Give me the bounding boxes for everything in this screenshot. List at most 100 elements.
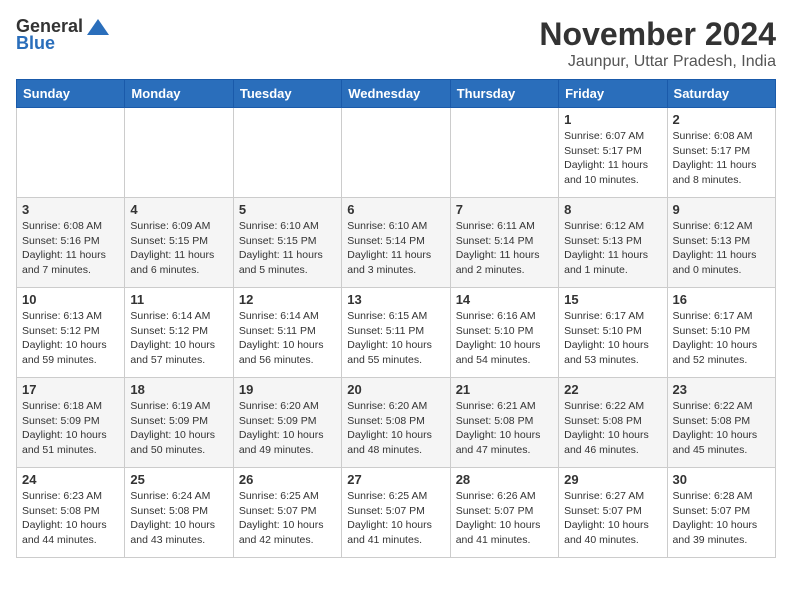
day-info: Sunrise: 6:22 AMSunset: 5:08 PMDaylight:… — [673, 399, 770, 458]
day-cell: 7 Sunrise: 6:11 AMSunset: 5:14 PMDaylight… — [450, 198, 558, 288]
day-cell: 1Sunrise: 6:07 AMSunset: 5:17 PMDaylight… — [559, 108, 667, 198]
day-cell — [125, 108, 233, 198]
day-info: Sunrise: 6:23 AMSunset: 5:08 PMDaylight:… — [22, 489, 119, 548]
day-cell: 29 Sunrise: 6:27 AMSunset: 5:07 PMDayligh… — [559, 468, 667, 558]
day-info: Sunrise: 6:17 AMSunset: 5:10 PMDaylight:… — [673, 309, 770, 368]
day-info: Sunrise: 6:21 AMSunset: 5:08 PMDaylight:… — [456, 399, 553, 458]
day-number: 9 — [673, 202, 770, 217]
day-number: 17 — [22, 382, 119, 397]
col-header-monday: Monday — [125, 80, 233, 108]
day-number: 8 — [564, 202, 661, 217]
day-number: 19 — [239, 382, 336, 397]
day-number: 4 — [130, 202, 227, 217]
day-number: 15 — [564, 292, 661, 307]
header: General Blue November 2024 Jaunpur, Utta… — [16, 16, 776, 71]
col-header-tuesday: Tuesday — [233, 80, 341, 108]
day-cell: 23 Sunrise: 6:22 AMSunset: 5:08 PMDayligh… — [667, 378, 775, 468]
day-number: 20 — [347, 382, 444, 397]
day-cell: 10Sunrise: 6:13 AMSunset: 5:12 PMDayligh… — [17, 288, 125, 378]
day-cell: 20 Sunrise: 6:20 AMSunset: 5:08 PMDayligh… — [342, 378, 450, 468]
day-info: Sunrise: 6:11 AMSunset: 5:14 PMDaylight:… — [456, 219, 553, 278]
day-cell: 14 Sunrise: 6:16 AMSunset: 5:10 PMDayligh… — [450, 288, 558, 378]
day-info: Sunrise: 6:16 AMSunset: 5:10 PMDaylight:… — [456, 309, 553, 368]
header-row: SundayMondayTuesdayWednesdayThursdayFrid… — [17, 80, 776, 108]
day-number: 30 — [673, 472, 770, 487]
day-info: Sunrise: 6:26 AMSunset: 5:07 PMDaylight:… — [456, 489, 553, 548]
day-cell: 2Sunrise: 6:08 AMSunset: 5:17 PMDaylight… — [667, 108, 775, 198]
col-header-sunday: Sunday — [17, 80, 125, 108]
day-info: Sunrise: 6:15 AMSunset: 5:11 PMDaylight:… — [347, 309, 444, 368]
day-info: Sunrise: 6:09 AMSunset: 5:15 PMDaylight:… — [130, 219, 227, 278]
day-cell — [450, 108, 558, 198]
day-info: Sunrise: 6:25 AMSunset: 5:07 PMDaylight:… — [347, 489, 444, 548]
day-number: 14 — [456, 292, 553, 307]
day-info: Sunrise: 6:20 AMSunset: 5:09 PMDaylight:… — [239, 399, 336, 458]
day-number: 22 — [564, 382, 661, 397]
week-row-2: 3Sunrise: 6:08 AMSunset: 5:16 PMDaylight… — [17, 198, 776, 288]
day-cell: 13 Sunrise: 6:15 AMSunset: 5:11 PMDayligh… — [342, 288, 450, 378]
day-info: Sunrise: 6:20 AMSunset: 5:08 PMDaylight:… — [347, 399, 444, 458]
logo-icon — [87, 19, 109, 35]
day-info: Sunrise: 6:08 AMSunset: 5:17 PMDaylight:… — [673, 129, 770, 188]
day-cell: 9 Sunrise: 6:12 AMSunset: 5:13 PMDaylight… — [667, 198, 775, 288]
day-number: 27 — [347, 472, 444, 487]
day-cell: 15 Sunrise: 6:17 AMSunset: 5:10 PMDayligh… — [559, 288, 667, 378]
day-cell — [17, 108, 125, 198]
day-cell: 8Sunrise: 6:12 AMSunset: 5:13 PMDaylight… — [559, 198, 667, 288]
day-number: 23 — [673, 382, 770, 397]
day-info: Sunrise: 6:24 AMSunset: 5:08 PMDaylight:… — [130, 489, 227, 548]
month-title: November 2024 — [539, 16, 776, 53]
day-cell: 25 Sunrise: 6:24 AMSunset: 5:08 PMDayligh… — [125, 468, 233, 558]
col-header-friday: Friday — [559, 80, 667, 108]
day-cell: 3Sunrise: 6:08 AMSunset: 5:16 PMDaylight… — [17, 198, 125, 288]
day-cell: 18 Sunrise: 6:19 AMSunset: 5:09 PMDayligh… — [125, 378, 233, 468]
title-area: November 2024 Jaunpur, Uttar Pradesh, In… — [539, 16, 776, 71]
week-row-3: 10Sunrise: 6:13 AMSunset: 5:12 PMDayligh… — [17, 288, 776, 378]
day-cell: 26 Sunrise: 6:25 AMSunset: 5:07 PMDayligh… — [233, 468, 341, 558]
day-cell: 21 Sunrise: 6:21 AMSunset: 5:08 PMDayligh… — [450, 378, 558, 468]
day-number: 21 — [456, 382, 553, 397]
day-info: Sunrise: 6:10 AMSunset: 5:15 PMDaylight:… — [239, 219, 336, 278]
day-info: Sunrise: 6:19 AMSunset: 5:09 PMDaylight:… — [130, 399, 227, 458]
day-cell: 4 Sunrise: 6:09 AMSunset: 5:15 PMDaylight… — [125, 198, 233, 288]
day-number: 12 — [239, 292, 336, 307]
col-header-wednesday: Wednesday — [342, 80, 450, 108]
day-number: 25 — [130, 472, 227, 487]
location: Jaunpur, Uttar Pradesh, India — [539, 53, 776, 71]
day-info: Sunrise: 6:22 AMSunset: 5:08 PMDaylight:… — [564, 399, 661, 458]
col-header-thursday: Thursday — [450, 80, 558, 108]
day-cell: 11 Sunrise: 6:14 AMSunset: 5:12 PMDayligh… — [125, 288, 233, 378]
day-number: 29 — [564, 472, 661, 487]
day-cell: 27 Sunrise: 6:25 AMSunset: 5:07 PMDayligh… — [342, 468, 450, 558]
day-cell: 17 Sunrise: 6:18 AMSunset: 5:09 PMDayligh… — [17, 378, 125, 468]
day-number: 3 — [22, 202, 119, 217]
col-header-saturday: Saturday — [667, 80, 775, 108]
day-number: 26 — [239, 472, 336, 487]
day-number: 5 — [239, 202, 336, 217]
week-row-1: 1Sunrise: 6:07 AMSunset: 5:17 PMDaylight… — [17, 108, 776, 198]
day-info: Sunrise: 6:14 AMSunset: 5:12 PMDaylight:… — [130, 309, 227, 368]
day-number: 24 — [22, 472, 119, 487]
day-info: Sunrise: 6:18 AMSunset: 5:09 PMDaylight:… — [22, 399, 119, 458]
day-cell: 16 Sunrise: 6:17 AMSunset: 5:10 PMDayligh… — [667, 288, 775, 378]
day-cell — [342, 108, 450, 198]
day-number: 11 — [130, 292, 227, 307]
day-info: Sunrise: 6:14 AMSunset: 5:11 PMDaylight:… — [239, 309, 336, 368]
day-number: 7 — [456, 202, 553, 217]
day-cell: 22 Sunrise: 6:22 AMSunset: 5:08 PMDayligh… — [559, 378, 667, 468]
day-info: Sunrise: 6:27 AMSunset: 5:07 PMDaylight:… — [564, 489, 661, 548]
day-cell: 28Sunrise: 6:26 AMSunset: 5:07 PMDayligh… — [450, 468, 558, 558]
day-info: Sunrise: 6:28 AMSunset: 5:07 PMDaylight:… — [673, 489, 770, 548]
day-cell: 5 Sunrise: 6:10 AMSunset: 5:15 PMDaylight… — [233, 198, 341, 288]
day-cell: 30 Sunrise: 6:28 AMSunset: 5:07 PMDayligh… — [667, 468, 775, 558]
day-number: 16 — [673, 292, 770, 307]
day-number: 6 — [347, 202, 444, 217]
day-number: 13 — [347, 292, 444, 307]
day-info: Sunrise: 6:17 AMSunset: 5:10 PMDaylight:… — [564, 309, 661, 368]
day-cell — [233, 108, 341, 198]
day-number: 18 — [130, 382, 227, 397]
day-info: Sunrise: 6:12 AMSunset: 5:13 PMDaylight:… — [673, 219, 770, 278]
day-info: Sunrise: 6:13 AMSunset: 5:12 PMDaylight:… — [22, 309, 119, 368]
calendar: SundayMondayTuesdayWednesdayThursdayFrid… — [16, 79, 776, 558]
day-info: Sunrise: 6:25 AMSunset: 5:07 PMDaylight:… — [239, 489, 336, 548]
